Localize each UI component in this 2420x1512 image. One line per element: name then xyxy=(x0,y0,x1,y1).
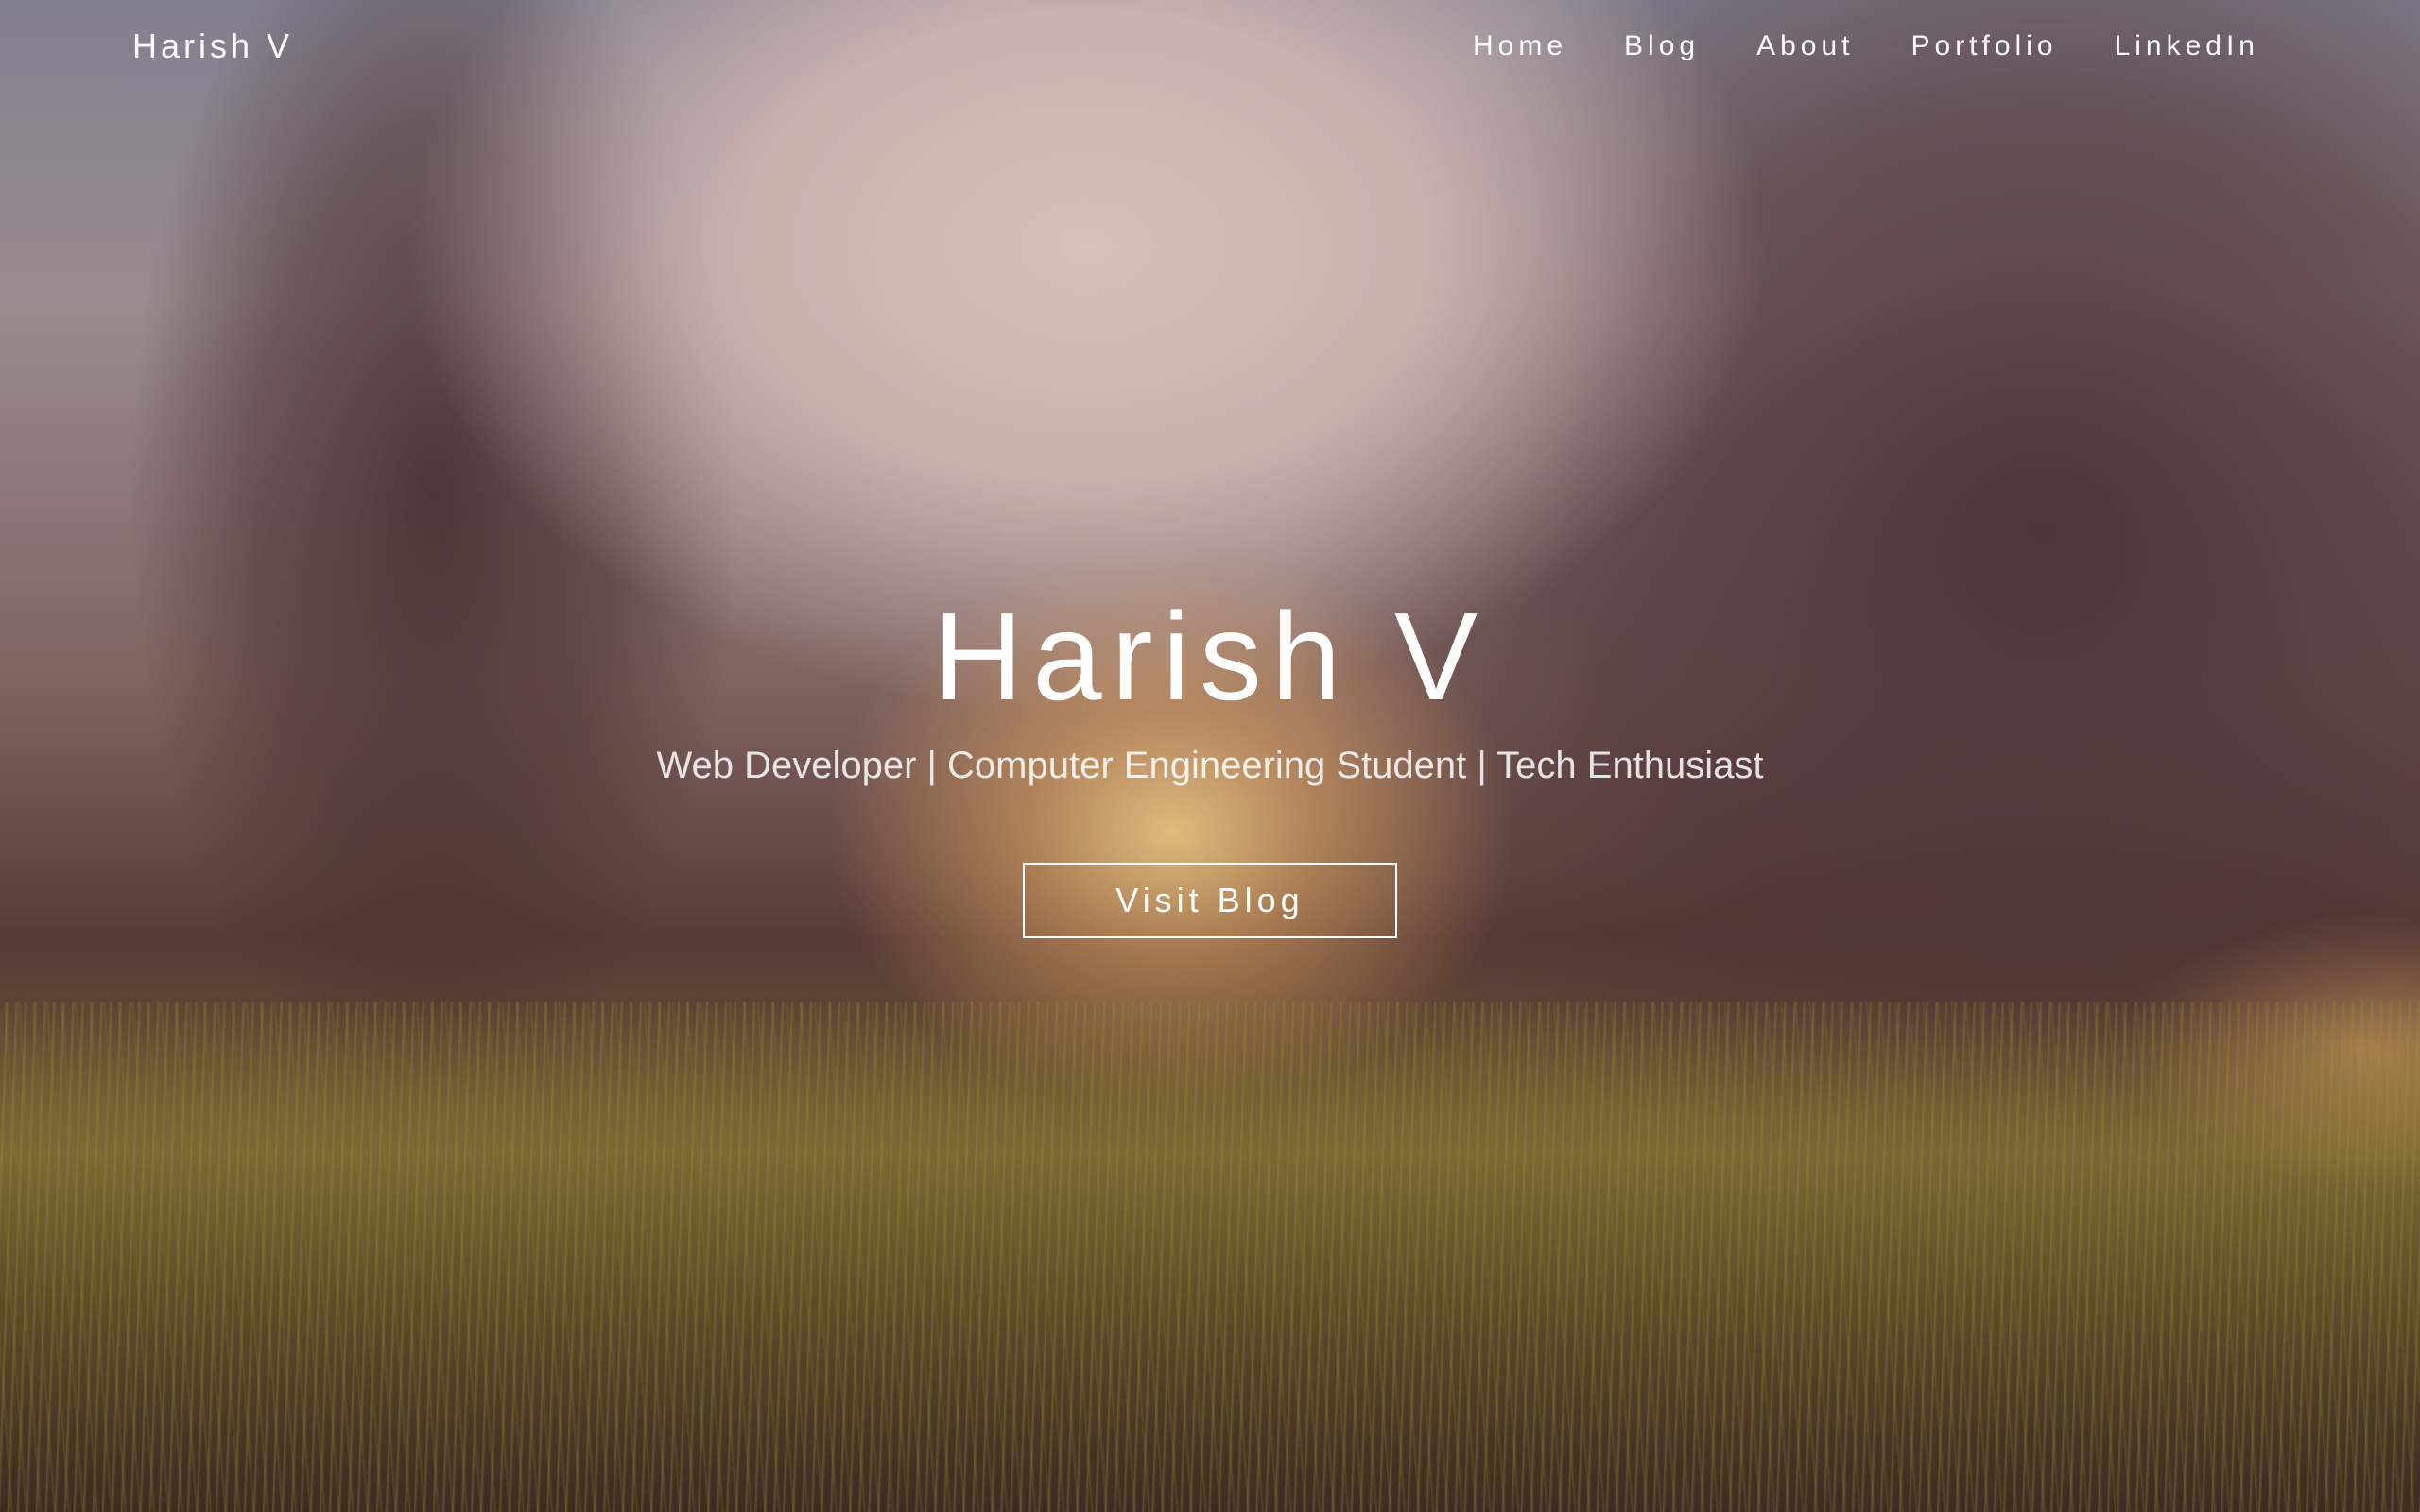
visit-blog-button[interactable]: Visit Blog xyxy=(1023,863,1397,938)
nav-item-home[interactable]: Home xyxy=(1473,30,1567,62)
nav-item-about[interactable]: About xyxy=(1756,30,1854,62)
top-navigation: Harish V Home Blog About Portfolio Linke… xyxy=(0,0,2420,94)
hero-subtitle: Web Developer | Computer Engineering Stu… xyxy=(656,745,1764,786)
nav-menu: Home Blog About Portfolio LinkedIn xyxy=(1473,30,2259,62)
hero-section: Harish V Home Blog About Portfolio Linke… xyxy=(0,0,2420,1512)
nav-item-linkedin[interactable]: LinkedIn xyxy=(2115,30,2259,62)
nav-item-portfolio[interactable]: Portfolio xyxy=(1911,30,2058,62)
hero-content: Harish V Web Developer | Computer Engine… xyxy=(0,586,2420,938)
hero-title: Harish V xyxy=(932,587,1488,726)
nav-item-blog[interactable]: Blog xyxy=(1624,30,1700,62)
brand-link[interactable]: Harish V xyxy=(132,26,293,66)
